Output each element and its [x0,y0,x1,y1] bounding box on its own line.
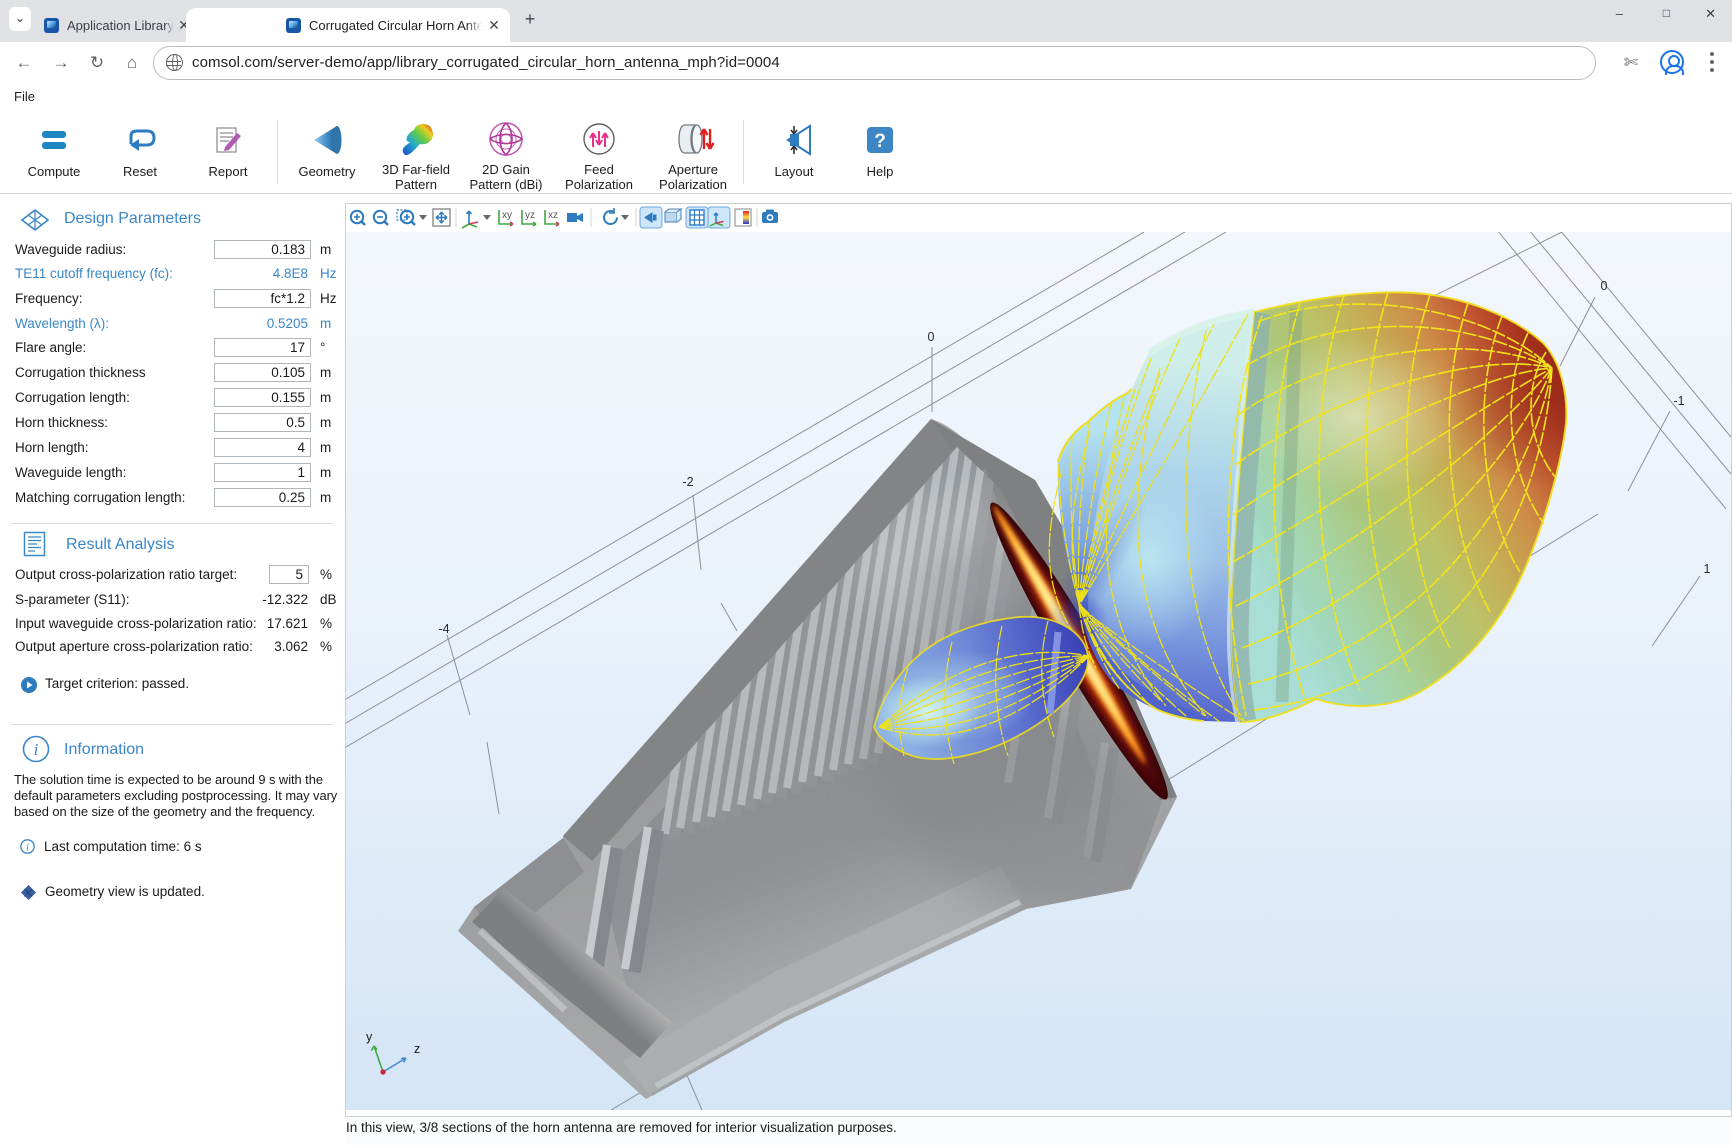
svg-text:-2: -2 [682,475,693,489]
svg-text:1: 1 [1704,562,1711,576]
svg-text:y: y [366,1030,373,1044]
svg-text:z: z [414,1042,420,1056]
svg-text:0: 0 [1601,279,1608,293]
svg-text:?: ? [874,131,886,152]
svg-text:-1: -1 [1673,394,1684,408]
svg-text:i: i [34,740,39,759]
svg-text:xz: xz [548,210,558,221]
svg-text:yz: yz [525,210,535,221]
svg-text:xy: xy [502,210,512,221]
svg-text:-4: -4 [438,622,449,636]
svg-text:i: i [26,843,29,854]
svg-text:0: 0 [928,330,935,344]
